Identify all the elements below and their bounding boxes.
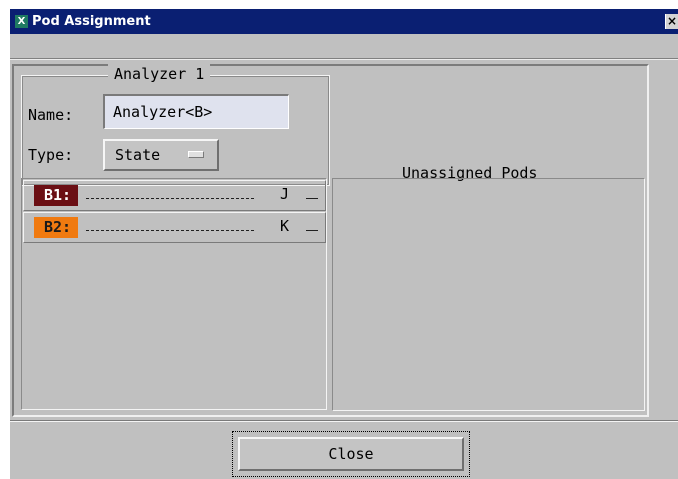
title-bar[interactable]: X Pod Assignment ×: [10, 9, 678, 34]
window-close-icon[interactable]: ×: [665, 14, 678, 29]
unassigned-pods-list[interactable]: [332, 178, 645, 411]
pod-end-line: [306, 230, 318, 231]
type-option-button[interactable]: State: [103, 139, 219, 171]
analyzer-name-field[interactable]: Analyzer<B>: [103, 94, 289, 129]
pod-threshold-line: [86, 198, 254, 199]
button-divider-highlight: [10, 421, 678, 422]
option-menu-indicator-icon: [188, 151, 204, 158]
pod-row-b2[interactable]: B2: K: [23, 212, 326, 243]
pod-row-b1[interactable]: B1: J: [23, 180, 326, 211]
app-x-icon: X: [15, 15, 28, 28]
pod-clock-b2: K: [280, 217, 290, 235]
analyzer-group-title: Analyzer 1: [108, 64, 211, 84]
pod-clock-b1: J: [280, 185, 290, 203]
type-value: State: [115, 146, 161, 164]
name-label: Name:: [28, 106, 74, 124]
close-button[interactable]: Close: [238, 437, 464, 471]
pod-end-line: [306, 198, 318, 199]
menu-strip: [10, 34, 678, 60]
pod-threshold-line: [86, 230, 254, 231]
window-title: Pod Assignment: [32, 14, 151, 29]
pod-assignment-window: X Pod Assignment × Analyzer 1 Name: Anal…: [10, 9, 678, 479]
type-label: Type:: [28, 146, 74, 164]
pod-tag-b2: B2:: [34, 217, 78, 238]
pod-tag-b1: B1:: [34, 185, 78, 206]
